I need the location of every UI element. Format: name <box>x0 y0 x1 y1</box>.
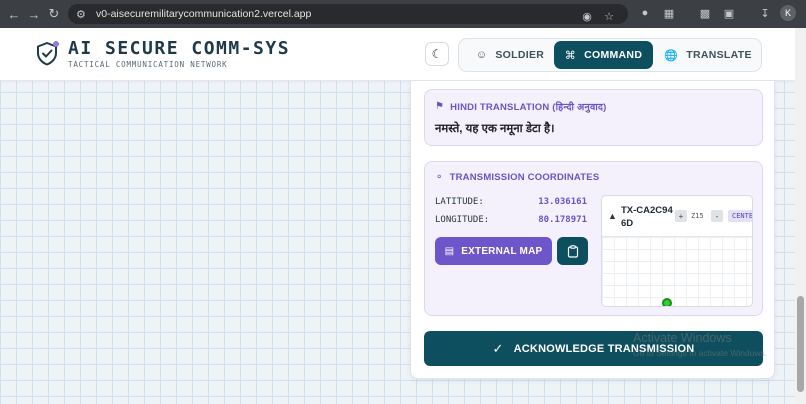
site-info-icon[interactable]: ⚙ <box>76 8 92 21</box>
shield-check-icon <box>34 40 60 68</box>
hindi-translation-title: ⚑ HINDI TRANSLATION (हिन्दी अनुवाद) <box>435 100 607 113</box>
mode-translate-label: TRANSLATE <box>686 49 752 61</box>
checkmark-icon: ✓ <box>492 340 504 356</box>
latitude-value: 13.036161 <box>538 197 587 207</box>
globe-icon: 🌐 <box>664 49 679 62</box>
mode-translate-button[interactable]: 🌐 TRANSLATE <box>659 41 757 69</box>
transmission-id: TX-CA2C946D <box>621 205 673 229</box>
zoom-out-button[interactable]: - <box>711 210 723 222</box>
browser-toolbar: ← → ↻ ⚙ v0-aisecuremilitarycommunication… <box>0 0 806 28</box>
hindi-translation-card: ⚑ HINDI TRANSLATION (हिन्दी अनुवाद) नमस्… <box>424 89 763 146</box>
url-text[interactable]: v0-aisecuremilitarycommunication2.vercel… <box>96 8 311 20</box>
toolbar-divider <box>684 4 690 22</box>
external-map-button[interactable]: ▤ EXTERNAL MAP <box>435 237 552 265</box>
zoom-in-button[interactable]: + <box>675 210 687 222</box>
map-icon: ▤ <box>444 245 455 257</box>
page-scrollbar[interactable] <box>795 28 806 404</box>
mini-map[interactable]: ▲ TX-CA2C946D + Z15 - CENTER <box>601 195 753 307</box>
translate-page-icon[interactable]: ▩ <box>696 4 714 22</box>
app-header: AI SECURE COMM-SYS TACTICAL COMMUNICATIO… <box>0 28 795 81</box>
location-marker[interactable] <box>662 298 672 306</box>
extension-icon[interactable]: ● <box>636 4 654 22</box>
map-header: ▲ TX-CA2C946D + Z15 - CENTER <box>602 196 752 237</box>
reload-icon[interactable]: ↻ <box>44 4 64 24</box>
watermark-line-2: Go to Settings to activate Windows. <box>633 348 768 358</box>
location-icon[interactable]: ◉ <box>578 7 596 25</box>
profile-avatar[interactable]: K <box>780 5 796 21</box>
satellite-icon: ▲ <box>608 211 617 221</box>
mode-soldier-button[interactable]: ☺ SOLDIER <box>467 41 553 69</box>
app-subtitle: TACTICAL COMMUNICATION NETWORK <box>68 60 228 69</box>
windows-activation-watermark: Activate Windows Go to Settings to activ… <box>633 331 767 358</box>
download-icon[interactable]: ↧ <box>756 4 774 22</box>
longitude-value: 80.178971 <box>538 215 587 225</box>
latitude-row: LATITUDE: 13.036161 <box>435 197 587 207</box>
coordinates-title-text: TRANSMISSION COORDINATES <box>449 172 600 183</box>
bookmark-star-icon[interactable]: ☆ <box>600 7 618 25</box>
center-map-button[interactable]: CENTER <box>728 210 752 222</box>
watermark-line-1: Activate Windows <box>633 331 732 345</box>
address-bar[interactable]: ⚙ v0-aisecuremilitarycommunication2.verc… <box>68 4 628 24</box>
longitude-row: LONGITUDE: 80.178971 <box>435 215 587 225</box>
theme-toggle-button[interactable]: ☾ <box>425 42 449 66</box>
app-page: AI SECURE COMM-SYS TACTICAL COMMUNICATIO… <box>0 28 795 404</box>
moon-icon: ☾ <box>431 47 443 61</box>
user-icon: ☺ <box>475 49 488 61</box>
longitude-label: LONGITUDE: <box>435 215 490 225</box>
hindi-translation-text: नमस्ते, यह एक नमूना डेटा है। <box>435 123 555 135</box>
mode-command-button[interactable]: ⌘ COMMAND <box>554 41 653 69</box>
coordinates-title: ⚬ TRANSMISSION COORDINATES <box>435 172 599 183</box>
zoom-level: Z15 <box>691 212 704 220</box>
screenshot-icon[interactable]: ▣ <box>720 4 738 22</box>
copy-coordinates-button[interactable] <box>557 237 588 265</box>
toolbar-divider <box>744 4 750 22</box>
map-grid[interactable] <box>602 237 752 306</box>
flag-icon: ⚑ <box>435 101 445 112</box>
scrollbar-thumb[interactable] <box>797 296 804 392</box>
external-map-label: EXTERNAL MAP <box>461 245 543 257</box>
forward-icon[interactable]: → <box>24 4 44 24</box>
menu-kebab-icon[interactable]: ⋮ <box>802 4 806 22</box>
mode-soldier-label: SOLDIER <box>495 49 545 61</box>
mode-switcher: ☺ SOLDIER ⌘ COMMAND 🌐 TRANSLATE <box>458 38 762 72</box>
back-icon[interactable]: ← <box>4 4 24 24</box>
app-title: AI SECURE COMM-SYS <box>68 38 291 59</box>
clipboard-icon <box>567 244 578 258</box>
mode-command-label: COMMAND <box>584 49 643 61</box>
transmission-coordinates-card: ⚬ TRANSMISSION COORDINATES LATITUDE: 13.… <box>424 161 763 316</box>
latitude-label: LATITUDE: <box>435 197 484 207</box>
hindi-translation-title-text: HINDI TRANSLATION (हिन्दी अनुवाद) <box>450 102 607 113</box>
location-dot-icon: ⚬ <box>435 172 444 183</box>
puzzle-icon[interactable]: ▦ <box>660 4 678 22</box>
command-icon: ⌘ <box>564 49 577 62</box>
